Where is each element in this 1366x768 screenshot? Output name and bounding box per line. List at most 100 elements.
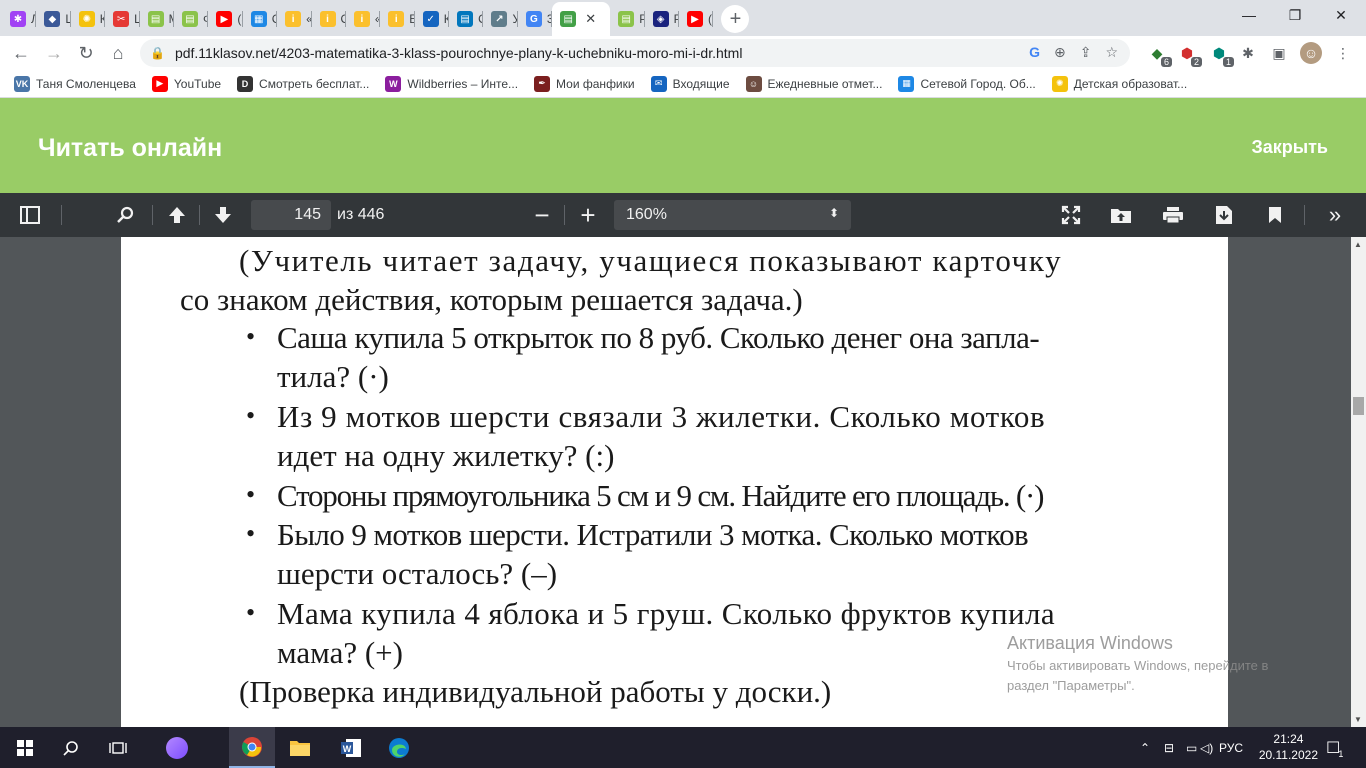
zoom-icon[interactable]: ⊕ <box>1054 44 1066 61</box>
notifications-icon[interactable]: ☐ 1 <box>1326 727 1345 768</box>
info-icon: i <box>388 11 405 27</box>
scrollbar-thumb[interactable] <box>1353 397 1364 415</box>
page-text-line: Было 9 мотков шерсти. Истратили 3 мотка.… <box>277 517 1029 552</box>
zoom-select[interactable]: 160% ⬍ <box>614 200 851 230</box>
fullscreen-icon[interactable] <box>1058 203 1084 227</box>
grid-icon: ▦ <box>250 11 267 27</box>
activation-title: Активация Windows <box>1007 633 1173 653</box>
bookmark-item[interactable]: ▦ Сетевой Город. Об... <box>898 75 1036 92</box>
scroll-down-icon[interactable]: ▼ <box>1354 715 1362 724</box>
scroll-up-icon[interactable]: ▲ <box>1354 240 1362 249</box>
bookmark-label: Ежедневные отмет... <box>767 76 883 91</box>
bookmark-item[interactable]: ☺ Ежедневные отмет... <box>745 75 883 92</box>
google-icon[interactable]: G <box>1029 44 1040 61</box>
bookmark-item[interactable]: ✉ Входящие <box>650 75 730 92</box>
wifi-icon[interactable]: ▭ <box>1186 727 1197 768</box>
browser-tab[interactable]: ▦Се <box>243 2 278 36</box>
bookmark-item[interactable]: VK Таня Смоленцева <box>14 75 136 92</box>
download-icon[interactable] <box>1211 203 1237 227</box>
volume-icon[interactable]: ◁) <box>1200 727 1213 768</box>
more-tools-icon[interactable]: » <box>1322 202 1348 227</box>
extension-hex-icon[interactable]: ⬢ 1 <box>1208 42 1234 67</box>
minimize-icon[interactable]: — <box>1226 0 1272 30</box>
open-file-icon[interactable] <box>1108 203 1134 227</box>
extensions-puzzle-icon[interactable]: ✱ <box>1237 42 1259 64</box>
star-icon: ✱ <box>10 11 26 27</box>
adblock-icon[interactable]: ⬢ 2 <box>1176 42 1202 67</box>
browser-tab[interactable]: G3 к <box>518 2 553 36</box>
browser-tab[interactable]: iОб <box>312 2 346 36</box>
browser-tab[interactable]: ▤Об <box>449 2 484 36</box>
share-icon[interactable]: ⇪ <box>1080 44 1092 61</box>
sidebar-toggle-icon[interactable] <box>17 203 43 227</box>
browser-tab[interactable]: i«С <box>277 2 312 36</box>
page-text-line: Стороны прямоугольника 5 см и 9 см. Найд… <box>277 478 1045 513</box>
home-icon[interactable]: ⌂ <box>102 37 134 69</box>
next-page-icon[interactable] <box>210 203 236 227</box>
browser-tab[interactable]: ◆ЦС <box>36 2 71 36</box>
browser-tab[interactable]: ▤Ру <box>610 2 645 36</box>
bookmark-star-icon[interactable]: ☆ <box>1105 44 1118 61</box>
file-explorer-icon[interactable] <box>277 727 323 768</box>
info-icon: i <box>285 11 302 27</box>
close-window-icon[interactable]: ✕ <box>1318 0 1364 30</box>
word-icon[interactable]: W <box>328 727 374 768</box>
tray-expand-icon[interactable]: ⌃ <box>1140 727 1150 768</box>
d-icon: D <box>237 75 254 92</box>
side-panel-icon[interactable]: ▣ <box>1268 42 1290 64</box>
bookmark-item[interactable]: W Wildberries – Инте... <box>385 75 518 92</box>
browser-tab[interactable]: ▤Фи <box>174 2 209 36</box>
browser-tab[interactable]: iЕф <box>380 2 415 36</box>
address-bar[interactable]: 🔒 pdf.11klasov.net/4203-matematika-3-kla… <box>140 39 1130 67</box>
search-icon[interactable] <box>113 203 139 227</box>
search-icon[interactable] <box>48 727 94 768</box>
bookmark-icon[interactable] <box>1262 203 1288 227</box>
scrollbar[interactable]: ▲ ▼ <box>1351 237 1366 727</box>
avatar[interactable]: ☺ <box>1300 42 1322 64</box>
network-icon[interactable]: ⊟ <box>1164 727 1174 768</box>
print-icon[interactable] <box>1160 203 1186 227</box>
new-tab-button[interactable]: + <box>721 5 750 33</box>
lock-icon[interactable]: 🔒 <box>150 46 165 60</box>
browser-tab[interactable]: ✺Ка <box>71 2 106 36</box>
svg-text:W: W <box>343 744 352 754</box>
browser-tab[interactable]: ◈Ру <box>645 2 680 36</box>
browser-tab[interactable]: ▶(30 <box>679 2 714 36</box>
browser-tab[interactable]: ▤Му <box>140 2 174 36</box>
browser-tab[interactable]: ✓Ко <box>415 2 450 36</box>
restore-icon[interactable]: ❐ <box>1272 0 1318 30</box>
edge-icon[interactable] <box>376 727 422 768</box>
zoom-out-icon[interactable]: − <box>529 200 555 230</box>
browser-tab[interactable]: ▶(30 <box>208 2 243 36</box>
task-view-icon[interactable] <box>95 727 141 768</box>
start-icon[interactable] <box>2 727 48 768</box>
reload-icon[interactable]: ↻ <box>70 37 102 69</box>
previous-page-icon[interactable] <box>164 203 190 227</box>
browser-tab[interactable]: i«С <box>346 2 381 36</box>
page-number-input[interactable]: 145 <box>251 200 331 230</box>
page-text-line: тила? (·) <box>277 359 389 394</box>
alice-assistant-icon[interactable] <box>154 727 200 768</box>
chrome-taskbar-icon[interactable] <box>229 727 275 768</box>
menu-dots-icon[interactable]: ⋮ <box>1332 42 1354 64</box>
extension-shield-icon[interactable]: ◆ 6 <box>1146 42 1172 67</box>
zoom-in-icon[interactable]: + <box>575 200 601 230</box>
system-clock[interactable]: 21:24 20.11.2022 <box>1259 731 1318 763</box>
tab-close-icon[interactable]: ✕ <box>585 11 596 27</box>
bookmark-item[interactable]: ▶ YouTube <box>151 75 221 92</box>
info-icon: i <box>319 11 336 27</box>
back-icon[interactable]: ← <box>5 37 37 69</box>
bookmark-item[interactable]: ✺ Детская образоват... <box>1051 75 1187 92</box>
close-reader-button[interactable]: Закрыть <box>1251 137 1328 158</box>
activation-line: раздел "Параметры". <box>1007 678 1135 693</box>
language-indicator[interactable]: РУС <box>1219 727 1243 768</box>
bookmark-item[interactable]: ✒ Мои фанфики <box>534 75 635 92</box>
browser-tab-active[interactable]: ▤ ✕ <box>552 2 611 36</box>
bookmark-item[interactable]: D Смотреть бесплат... <box>237 75 369 92</box>
w-icon: W <box>385 75 402 92</box>
bookmark-label: Мои фанфики <box>556 76 635 91</box>
browser-tab[interactable]: ✱Ли <box>2 2 37 36</box>
browser-tab[interactable]: ✂Цв <box>105 2 140 36</box>
browser-tab[interactable]: ↗Ур <box>483 2 518 36</box>
forward-icon[interactable]: → <box>38 37 70 69</box>
